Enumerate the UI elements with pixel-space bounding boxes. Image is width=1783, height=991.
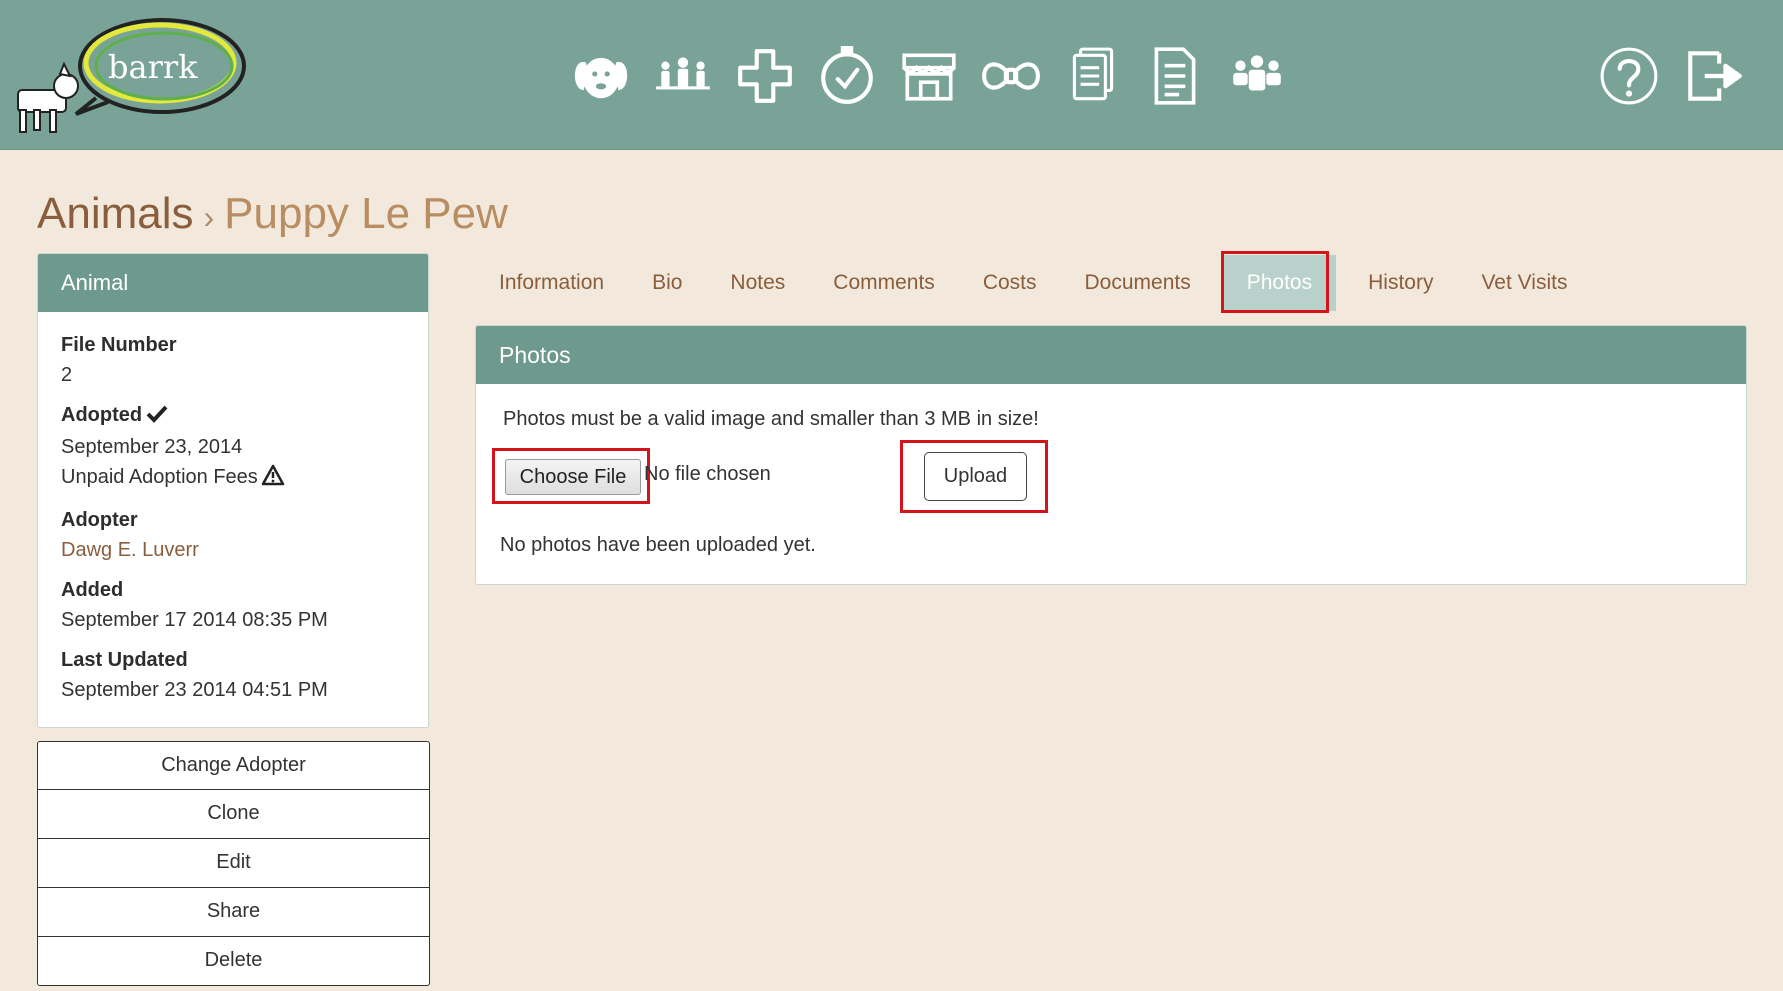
edit-button[interactable]: Edit [37,839,430,888]
photos-tab-highlight [1221,251,1329,313]
share-button[interactable]: Share [37,888,430,937]
last-updated-label: Last Updated [61,649,188,671]
dog-logo-icon [17,61,79,133]
tab-comments[interactable]: Comments [809,255,959,311]
adopted-label: Adopted [61,404,143,426]
barrk-logo[interactable]: barrk [10,14,250,138]
document-icon[interactable] [1134,40,1216,112]
delete-button[interactable]: Delete [37,937,430,986]
documents-icon[interactable] [1052,40,1134,112]
adopted-date: September 23, 2014 [61,436,243,458]
photos-panel-title: Photos [476,326,1746,384]
top-bar: barrk [0,0,1783,150]
photos-panel: Photos Photos must be a valid image and … [475,325,1747,585]
main-nav [560,40,1298,112]
unpaid-fees-text: Unpaid Adoption Fees [61,466,258,488]
file-number-label: File Number [61,334,177,356]
adopted-label-row: Adopted [61,400,405,432]
tab-vet-visits[interactable]: Vet Visits [1457,255,1591,311]
breadcrumb-current: Puppy Le Pew [224,189,508,238]
file-number-value: 2 [61,364,73,386]
bow-tie-icon[interactable] [970,40,1052,112]
animal-panel-title: Animal [38,254,428,312]
action-buttons: Change Adopter Clone Edit Share Delete [37,741,430,986]
medical-cross-icon[interactable] [724,40,806,112]
added-value: September 17 2014 08:35 PM [61,609,328,631]
unpaid-fees-row: Unpaid Adoption Fees [61,462,405,495]
added-label: Added [61,579,124,601]
upload-button[interactable]: Upload [924,452,1027,501]
adopter-link[interactable]: Dawg E. Luverr [61,535,405,565]
last-updated-value: September 23 2014 04:51 PM [61,679,328,701]
tab-costs[interactable]: Costs [959,255,1061,311]
family-icon[interactable] [642,40,724,112]
dog-face-icon[interactable] [560,40,642,112]
tab-bio[interactable]: Bio [628,255,706,311]
warning-icon [261,464,285,495]
breadcrumb-separator: › [203,199,215,235]
breadcrumb-animals-link[interactable]: Animals [37,189,194,238]
clone-button[interactable]: Clone [37,790,430,839]
shop-icon[interactable] [888,40,970,112]
checkmark-icon [146,402,168,432]
logout-icon[interactable] [1671,40,1755,112]
tab-information[interactable]: Information [475,255,628,311]
tab-bar: Information Bio Notes Comments Costs Doc… [475,251,1591,314]
utility-nav [1587,40,1783,112]
team-icon[interactable] [1216,40,1298,112]
photo-size-notice: Photos must be a valid image and smaller… [503,408,1039,430]
clock-check-icon[interactable] [806,40,888,112]
help-icon[interactable] [1587,40,1671,112]
change-adopter-button[interactable]: Change Adopter [37,741,430,790]
adopter-label: Adopter [61,509,138,531]
tab-documents[interactable]: Documents [1061,255,1215,311]
no-file-chosen-text: No file chosen [644,463,771,485]
choose-file-button[interactable]: Choose File [505,459,641,495]
breadcrumb: Animals › Puppy Le Pew [37,186,508,245]
animal-panel: Animal File Number 2 Adopted September 2… [37,253,429,728]
tab-history[interactable]: History [1344,255,1457,311]
tab-notes[interactable]: Notes [706,255,809,311]
logo-text: barrk [108,48,198,86]
no-photos-message: No photos have been uploaded yet. [500,534,816,556]
